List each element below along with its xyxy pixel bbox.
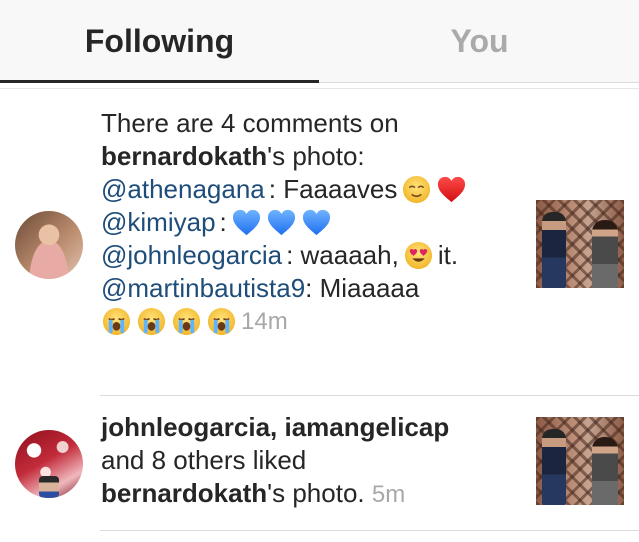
photo-owner-link[interactable]: bernardokath	[101, 478, 267, 508]
comment-emoji-row: 14m	[101, 305, 511, 338]
blue-heart-icon	[266, 207, 297, 238]
list-divider	[100, 530, 639, 531]
mention-link[interactable]: @athenagana	[101, 173, 265, 206]
heart-eyes-face-icon	[404, 241, 432, 270]
blue-heart-icon	[231, 207, 262, 238]
timestamp: 5m	[371, 481, 406, 508]
photo-person-man	[542, 429, 566, 505]
tab-following[interactable]: Following	[0, 0, 319, 83]
header-separator	[0, 88, 639, 89]
mention-link[interactable]: @martinbautista9	[101, 273, 305, 303]
photo-thumbnail[interactable]	[536, 200, 624, 288]
user-avatar[interactable]	[15, 211, 83, 279]
activity-text: johnleogarcia, iamangelicap and 8 others…	[101, 412, 450, 508]
user-avatar[interactable]	[15, 430, 83, 498]
comment-line: @johnleogarcia: waaaah, it.	[101, 239, 459, 272]
loudly-crying-face-icon	[137, 307, 166, 336]
likers-link[interactable]: johnleogarcia, iamangelicap	[101, 412, 449, 442]
comment-line: @kimiyap:	[101, 206, 511, 239]
relieved-face-icon	[403, 175, 431, 204]
red-heart-icon	[436, 174, 467, 205]
photo-person-woman	[592, 437, 618, 505]
blue-heart-icon	[301, 207, 332, 238]
timestamp: 14m	[241, 308, 288, 335]
activity-item-likes[interactable]: johnleogarcia, iamangelicap and 8 others…	[0, 397, 639, 532]
comments-intro: There are 4 comments on	[101, 108, 399, 138]
activity-item-comments[interactable]: There are 4 comments on bernardokath's p…	[0, 100, 639, 396]
photo-owner-link[interactable]: bernardokath	[101, 141, 267, 171]
list-divider	[100, 395, 639, 396]
tab-you[interactable]: You	[320, 0, 639, 83]
activity-text: There are 4 comments on bernardokath's p…	[101, 107, 511, 338]
loudly-crying-face-icon	[172, 307, 201, 336]
avatar-person	[39, 476, 59, 498]
mention-link[interactable]: @kimiyap	[101, 206, 216, 239]
loudly-crying-face-icon	[102, 307, 131, 336]
mention-link[interactable]: @johnleogarcia	[101, 239, 282, 272]
photo-person-man	[542, 212, 566, 288]
photo-thumbnail[interactable]	[536, 417, 624, 505]
comment-line: @martinbautista9: Miaaaaa	[101, 273, 420, 303]
comment-line: @athenagana: Faaaaves	[101, 173, 511, 206]
active-tab-indicator	[0, 80, 319, 83]
others-text[interactable]: and 8 others liked	[101, 445, 306, 475]
loudly-crying-face-icon	[207, 307, 236, 336]
activity-tab-bar: Following You	[0, 0, 639, 83]
photo-person-woman	[592, 220, 618, 288]
